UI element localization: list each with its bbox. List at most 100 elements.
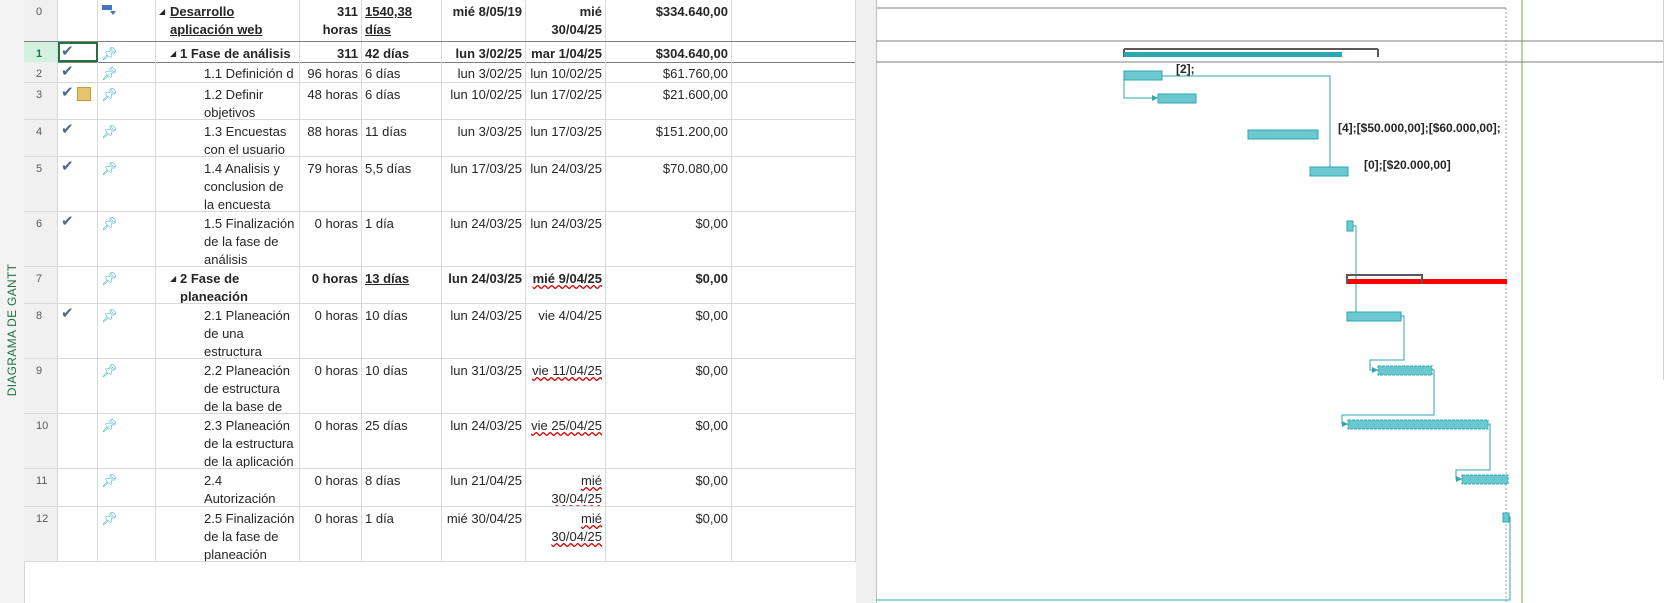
duration-cell[interactable]: 25 días [362,414,442,468]
indicators-cell[interactable]: ✔ [58,62,98,82]
table-row[interactable]: 11 📌︎ 2.4 Autorización 0 horas 8 días lu… [24,469,856,507]
task-name-cell[interactable]: 2.2 Planeación de estructura de la base … [156,359,300,413]
start-cell[interactable]: lun 3/02/25 [442,42,526,62]
table-row[interactable]: 9 📌︎ 2.2 Planeación de estructura de la … [24,359,856,414]
start-cell[interactable]: lun 24/03/25 [442,212,526,266]
add-column-cell[interactable] [732,62,856,82]
task-mode-cell[interactable]: 📌︎ [98,267,156,303]
table-row[interactable]: 2 ✔ 📌︎ 1.1 Definición d 96 horas 6 días … [24,62,856,83]
duration-cell[interactable]: 1 día [362,212,442,266]
work-cell[interactable]: 88 horas [300,120,362,156]
work-cell[interactable]: 0 horas [300,359,362,413]
task-mode-cell[interactable]: 📌︎ [98,120,156,156]
finish-cell[interactable]: lun 17/03/25 [526,120,606,156]
table-row[interactable]: 3 ✔ 📌︎ 1.2 Definir objetivos 48 horas 6 … [24,83,856,120]
table-row[interactable]: 7 📌︎ ◢ 2 Fase de planeación 0 horas 13 d… [24,267,856,304]
indicators-cell[interactable]: ✔ [58,42,98,62]
task-name-cell[interactable]: 2.5 Finalización de la fase de planeació… [156,507,300,561]
duration-cell[interactable]: 13 días [362,267,442,303]
cost-cell[interactable]: $0,00 [606,304,732,358]
work-cell[interactable]: 48 horas [300,83,362,119]
add-column-cell[interactable] [732,414,856,468]
collapse-triangle-icon[interactable]: ◢ [159,3,165,21]
duration-cell[interactable]: 10 días [362,359,442,413]
finish-cell[interactable]: vie 4/04/25 [526,304,606,358]
add-column-cell[interactable] [732,359,856,413]
duration-cell[interactable]: 11 días [362,120,442,156]
task-mode-cell[interactable]: 📌︎ [98,62,156,82]
finish-cell[interactable]: lun 24/03/25 [526,212,606,266]
task-mode-cell[interactable]: 📌︎ [98,83,156,119]
start-cell[interactable]: lun 31/03/25 [442,359,526,413]
task-name-cell[interactable]: ◢ Desarrollo aplicación web [156,0,300,41]
task-mode-cell[interactable] [98,0,156,41]
work-cell[interactable]: 96 horas [300,62,362,82]
work-cell[interactable]: 0 horas [300,414,362,468]
duration-cell[interactable]: 1 día [362,507,442,561]
task-mode-cell[interactable]: 📌︎ [98,157,156,211]
add-column-cell[interactable] [732,304,856,358]
table-row[interactable]: 5 ✔ 📌︎ 1.4 Analisis y conclusion de la e… [24,157,856,212]
duration-cell[interactable]: 8 días [362,469,442,506]
start-cell[interactable]: mié 8/05/19 [442,0,526,41]
table-row-selected[interactable]: 1 ✔ 📌︎ ◢ 1 Fase de análisis 311 horas 42… [24,41,856,63]
task-mode-cell[interactable]: 📌︎ [98,42,156,62]
duration-cell[interactable]: 6 días [362,62,442,82]
add-column-cell[interactable] [732,0,856,41]
table-row[interactable]: 0 ◢ Desarrollo aplicación web 311 horas … [24,0,856,42]
task-mode-cell[interactable]: 📌︎ [98,414,156,468]
start-cell[interactable]: lun 24/03/25 [442,414,526,468]
add-column-cell[interactable] [732,120,856,156]
cost-cell[interactable]: $151.200,00 [606,120,732,156]
start-cell[interactable]: lun 24/03/25 [442,267,526,303]
task-mode-cell[interactable]: 📌︎ [98,212,156,266]
task-name-cell[interactable]: ◢ 2 Fase de planeación [156,267,300,303]
add-column-cell[interactable] [732,267,856,303]
work-cell[interactable]: 311 horas [300,0,362,41]
finish-cell[interactable]: vie 11/04/25 [526,359,606,413]
task-name-cell[interactable]: 1.4 Analisis y conclusion de la encuesta [156,157,300,211]
cost-cell[interactable]: $0,00 [606,212,732,266]
work-cell[interactable]: 0 horas [300,469,362,506]
table-row[interactable]: 12 📌︎ 2.5 Finalización de la fase de pla… [24,507,856,562]
add-column-cell[interactable] [732,83,856,119]
task-mode-cell[interactable]: 📌︎ [98,359,156,413]
indicators-cell[interactable]: ✔ [58,83,98,119]
duration-cell[interactable]: 6 días [362,83,442,119]
finish-cell[interactable]: mié 30/04/25 [526,0,606,41]
finish-cell[interactable]: mié 30/04/25 [526,469,606,506]
task-name-cell[interactable]: 1.5 Finalización de la fase de análisis [156,212,300,266]
task-name-cell[interactable]: 2.4 Autorización [156,469,300,506]
cost-cell[interactable]: $0,00 [606,359,732,413]
start-cell[interactable]: lun 24/03/25 [442,304,526,358]
work-cell[interactable]: 0 horas [300,267,362,303]
cost-cell[interactable]: $0,00 [606,267,732,303]
finish-cell[interactable]: lun 10/02/25 [526,62,606,82]
duration-cell[interactable]: 10 días [362,304,442,358]
add-column-cell[interactable] [732,507,856,561]
start-cell[interactable]: lun 3/03/25 [442,120,526,156]
work-cell[interactable]: 311 horas [300,42,362,62]
task-mode-cell[interactable]: 📌︎ [98,507,156,561]
duration-cell[interactable]: 5,5 días [362,157,442,211]
work-cell[interactable]: 0 horas [300,304,362,358]
start-cell[interactable]: mié 30/04/25 [442,507,526,561]
start-cell[interactable]: lun 3/02/25 [442,62,526,82]
task-name-cell[interactable]: ◢ 1 Fase de análisis [156,42,300,62]
work-cell[interactable]: 0 horas [300,212,362,266]
finish-cell[interactable]: mié 9/04/25 [526,267,606,303]
table-row[interactable]: 10 📌︎ 2.3 Planeación de la estructura de… [24,414,856,469]
task-name-cell[interactable]: 1.3 Encuestas con el usuario [156,120,300,156]
indicators-cell[interactable]: ✔ [58,120,98,156]
work-cell[interactable]: 0 horas [300,507,362,561]
duration-cell[interactable]: 42 días [362,42,442,62]
duration-cell[interactable]: 1540,38 días [362,0,442,41]
indicators-cell[interactable]: ✔ [58,212,98,266]
cost-cell[interactable]: $21.600,00 [606,83,732,119]
task-mode-cell[interactable]: 📌︎ [98,469,156,506]
table-row[interactable]: 6 ✔ 📌︎ 1.5 Finalización de la fase de an… [24,212,856,267]
cost-cell[interactable]: $70.080,00 [606,157,732,211]
cost-cell[interactable]: $304.640,00 [606,42,732,62]
cost-cell[interactable]: $61.760,00 [606,62,732,82]
collapse-triangle-icon[interactable]: ◢ [170,270,176,288]
